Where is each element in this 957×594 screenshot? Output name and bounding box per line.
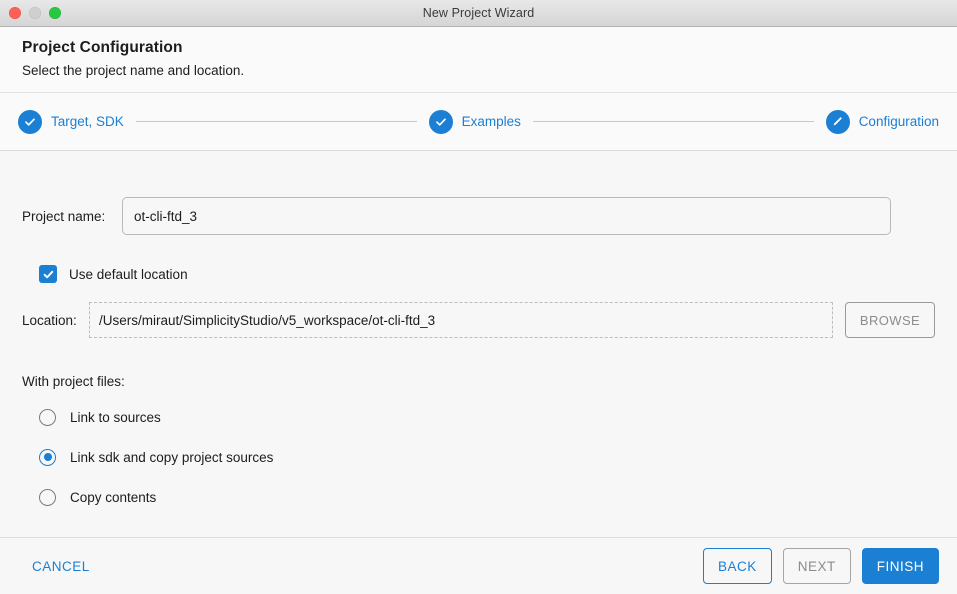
location-label: Location: bbox=[22, 312, 77, 328]
step-connector-1 bbox=[135, 121, 417, 122]
back-button[interactable]: BACK bbox=[702, 548, 772, 584]
step-configuration[interactable]: Configuration bbox=[825, 109, 939, 134]
check-icon bbox=[428, 109, 453, 134]
radio-label-link-sdk-copy-sources: Link sdk and copy project sources bbox=[70, 449, 274, 465]
radio-unselected-icon[interactable] bbox=[39, 408, 56, 426]
radio-option-link-to-sources[interactable]: Link to sources bbox=[39, 402, 935, 432]
page-subtitle: Select the project name and location. bbox=[22, 63, 245, 78]
wizard-stepper: Target, SDK Examples Configuration bbox=[0, 93, 957, 151]
next-button: NEXT bbox=[782, 548, 851, 584]
dialog-body: Project name: Use default location Locat… bbox=[0, 151, 957, 537]
radio-unselected-icon[interactable] bbox=[39, 488, 56, 506]
browse-button: BROWSE bbox=[845, 302, 935, 338]
step-label-configuration: Configuration bbox=[858, 114, 939, 129]
use-default-location-row[interactable]: Use default location bbox=[39, 265, 935, 283]
use-default-location-label: Use default location bbox=[69, 266, 188, 282]
check-icon bbox=[18, 109, 42, 134]
checkmark-icon[interactable] bbox=[39, 265, 57, 283]
titlebar[interactable]: New Project Wizard bbox=[0, 0, 957, 27]
step-label-examples: Examples bbox=[461, 114, 521, 129]
page-title: Project Configuration bbox=[22, 39, 183, 56]
minimize-window-icon[interactable] bbox=[29, 7, 41, 19]
radio-label-link-to-sources: Link to sources bbox=[70, 409, 161, 425]
radio-option-link-sdk-copy-sources[interactable]: Link sdk and copy project sources bbox=[39, 442, 935, 472]
location-row: Location: BROWSE bbox=[22, 302, 935, 338]
new-project-wizard-dialog: New Project Wizard Project Configuration… bbox=[0, 0, 957, 594]
radio-option-copy-contents[interactable]: Copy contents bbox=[39, 482, 935, 512]
maximize-window-icon[interactable] bbox=[49, 7, 61, 19]
cancel-button[interactable]: CANCEL bbox=[18, 553, 104, 580]
step-connector-2 bbox=[532, 121, 814, 122]
window-controls bbox=[9, 0, 61, 26]
project-files-label: With project files: bbox=[22, 374, 125, 389]
project-name-row: Project name: bbox=[22, 197, 935, 235]
project-files-group: With project files: Link to sources Link… bbox=[22, 374, 935, 512]
close-window-icon[interactable] bbox=[9, 7, 21, 19]
dialog-header: Project Configuration Select the project… bbox=[0, 27, 957, 93]
project-name-label: Project name: bbox=[22, 208, 106, 224]
project-name-input[interactable] bbox=[122, 197, 891, 235]
window-title: New Project Wizard bbox=[422, 6, 535, 20]
dialog-footer: CANCEL BACK NEXT FINISH bbox=[0, 537, 957, 594]
step-label-target-sdk: Target, SDK bbox=[51, 114, 124, 129]
radio-selected-icon[interactable] bbox=[39, 448, 56, 466]
finish-button[interactable]: FINISH bbox=[861, 548, 939, 584]
step-target-sdk[interactable]: Target, SDK bbox=[18, 109, 124, 134]
pencil-icon bbox=[825, 109, 850, 134]
step-examples[interactable]: Examples bbox=[428, 109, 521, 134]
location-input bbox=[89, 302, 833, 338]
radio-label-copy-contents: Copy contents bbox=[70, 489, 157, 505]
